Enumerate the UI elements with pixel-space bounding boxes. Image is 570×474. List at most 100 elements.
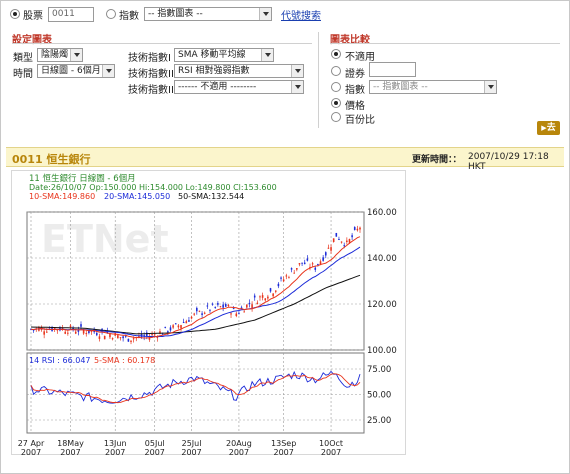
settings-divider — [12, 43, 312, 44]
stock-chart: 11 恒生銀行 日線圖 - 6個月Date:26/10/07 Op:150.00… — [18, 173, 397, 457]
type-select[interactable]: 陰陽燭 — [37, 48, 83, 62]
candle-body — [306, 258, 309, 261]
candle-body — [303, 262, 306, 265]
stock-radio[interactable] — [10, 9, 20, 19]
candle-body — [130, 340, 132, 342]
compare-pct-label: 百份比 — [345, 115, 375, 126]
compare-pct-radio[interactable] — [331, 112, 341, 122]
candle-body — [327, 247, 330, 249]
rsi-readout: 14 RSI : 66.047 — [29, 356, 91, 365]
chevron-down-icon — [259, 8, 271, 20]
rsi-line — [30, 370, 361, 404]
type-label: 類型 — [13, 53, 33, 64]
candle-body — [248, 302, 251, 305]
ohlc-readout: Date:26/10/07 Op:150.000 Hi:154.000 Lo:1… — [29, 183, 277, 192]
search-row: 股票 0011 指數 -- 指數圖表 -- 代號搜索 — [10, 6, 321, 22]
candle-body — [298, 263, 301, 265]
candle-body — [206, 305, 209, 307]
x-tick-year: 2007 — [229, 448, 249, 457]
update-time-value: 2007/10/29 17:18 HKT — [468, 152, 549, 172]
candle-body — [256, 302, 259, 305]
stock-code-input[interactable]: 0011 — [48, 6, 94, 22]
candle-body — [267, 296, 269, 299]
index-radio[interactable] — [106, 9, 116, 19]
candle-body — [230, 313, 232, 315]
candle-body — [151, 334, 153, 336]
candle-body — [319, 261, 322, 265]
index-select[interactable]: -- 指數圖表 -- — [144, 7, 272, 21]
candle-body — [193, 313, 195, 315]
candle-body — [85, 333, 88, 335]
compare-sec-radio[interactable] — [331, 66, 341, 76]
candle-body — [82, 330, 85, 334]
compare-idx-select[interactable]: -- 指數圖表 -- — [369, 80, 497, 94]
ti2-select[interactable]: RSI 相對強弱指數 — [174, 64, 304, 78]
candle-body — [122, 336, 124, 339]
candle-body — [211, 303, 214, 305]
compare-sec-input[interactable] — [369, 62, 416, 77]
x-tick-label: 20Aug — [226, 439, 252, 448]
candle-body — [209, 309, 211, 311]
candle-body — [335, 232, 338, 237]
candle-body — [285, 275, 288, 277]
candle-body — [296, 268, 298, 270]
candle-body — [235, 313, 238, 317]
ti3-select-value: ------ 不適用 -------- — [178, 82, 257, 92]
candle-body — [127, 338, 130, 342]
stock-name: 0011 恒生銀行 — [12, 153, 91, 166]
candle-body — [311, 263, 314, 265]
candle-body — [177, 325, 180, 328]
x-tick-year: 2007 — [321, 448, 341, 457]
candle-body — [340, 241, 343, 243]
candle-body — [238, 313, 240, 315]
chevron-down-icon — [291, 81, 303, 93]
candle-body — [196, 307, 198, 312]
candle-body — [96, 333, 98, 336]
compare-na-radio[interactable] — [331, 49, 341, 59]
candle-body — [132, 338, 135, 340]
candle-body — [293, 272, 295, 274]
time-label: 時間 — [13, 69, 33, 80]
compare-na-label: 不適用 — [345, 52, 375, 63]
chevron-down-icon — [261, 49, 273, 61]
candle-body — [69, 325, 72, 327]
candle-body — [111, 338, 114, 340]
index-select-value: -- 指數圖表 -- — [148, 9, 203, 19]
candle-body — [98, 336, 101, 339]
candle-body — [80, 324, 82, 327]
compare-idx-radio[interactable] — [331, 82, 341, 92]
code-search-link[interactable]: 代號搜索 — [281, 7, 321, 22]
rsi-tick-label: 50.00 — [367, 391, 391, 401]
candle-body — [280, 277, 282, 279]
candle-body — [117, 335, 119, 339]
compare-price-label: 價格 — [345, 101, 365, 112]
candle-body — [317, 264, 319, 266]
candle-body — [172, 325, 174, 328]
candle-body — [109, 333, 111, 338]
candle-body — [217, 303, 219, 305]
go-button[interactable]: ▶去 — [537, 121, 560, 135]
candle-body — [332, 238, 335, 242]
chevron-down-icon — [291, 65, 303, 77]
panel-divider — [318, 32, 319, 128]
candle-body — [214, 306, 217, 308]
sma50-readout: 50-SMA:132.544 — [178, 192, 244, 201]
candle-body — [322, 257, 324, 261]
candle-body — [330, 247, 332, 251]
stock-radio-label: 股票 — [23, 10, 43, 22]
ti3-label: 技術指數III — [128, 85, 177, 96]
go-button-label: 去 — [546, 123, 556, 133]
ti2-select-value: RSI 相對強弱指數 — [178, 66, 250, 76]
candle-body — [174, 323, 177, 325]
ti1-select[interactable]: SMA 移動平均線 — [174, 48, 274, 62]
candle-body — [219, 306, 222, 308]
candle-body — [167, 331, 169, 333]
x-tick-year: 2007 — [145, 448, 165, 457]
candle-body — [324, 252, 327, 256]
compare-price-radio[interactable] — [331, 98, 341, 108]
candle-body — [351, 235, 353, 238]
candle-body — [269, 288, 272, 292]
ti3-select[interactable]: ------ 不適用 -------- — [174, 80, 304, 94]
chevron-down-icon — [484, 81, 496, 93]
time-select[interactable]: 日線圖 - 6個月 — [37, 64, 115, 78]
